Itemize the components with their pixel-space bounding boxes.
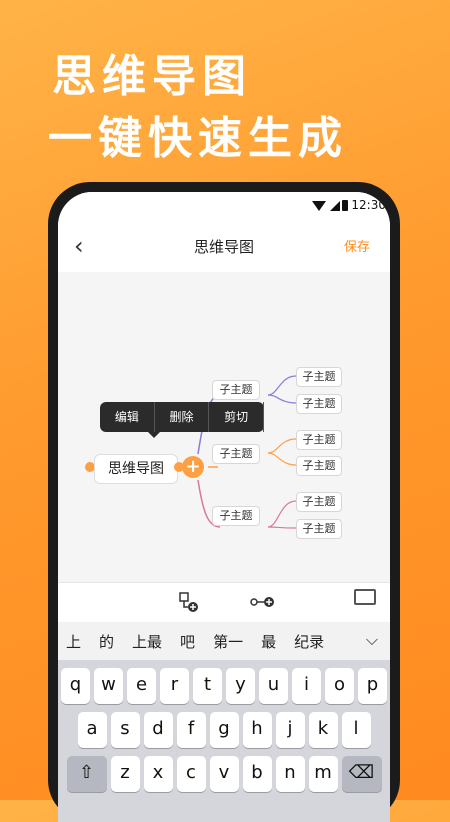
signal-icon bbox=[330, 201, 340, 211]
promo-subtitle: 一键快速生成 bbox=[48, 113, 348, 164]
key-g[interactable]: g bbox=[209, 712, 239, 748]
link-b2-c2 bbox=[267, 452, 297, 466]
add-node-icon[interactable] bbox=[250, 591, 276, 617]
key-a[interactable]: a bbox=[77, 712, 107, 748]
status-time: 12:30 bbox=[351, 198, 386, 212]
link-b3-c1 bbox=[267, 500, 297, 528]
candidate-word[interactable]: 最 bbox=[261, 631, 276, 652]
key-u[interactable]: u bbox=[259, 668, 288, 704]
battery-icon bbox=[342, 200, 348, 211]
branch-node-2[interactable]: 子主题 bbox=[212, 444, 260, 464]
candidate-word[interactable]: 第一 bbox=[213, 631, 243, 652]
edit-toolbar bbox=[58, 582, 390, 623]
candidate-word[interactable]: 吧 bbox=[180, 631, 195, 652]
key-r[interactable]: r bbox=[160, 668, 189, 704]
key-t[interactable]: t bbox=[193, 668, 222, 704]
promo-title: 思维导图 bbox=[52, 51, 252, 102]
phone-screen: 12:30 ‹ 思维导图 保存 思维导图 + 子主题 子主题 子主题 子主题 子… bbox=[58, 192, 390, 822]
key-v[interactable]: v bbox=[209, 756, 239, 792]
context-menu-pointer bbox=[148, 432, 160, 438]
key-d[interactable]: d bbox=[143, 712, 173, 748]
link-b1-c2 bbox=[267, 394, 297, 404]
key-q[interactable]: q bbox=[61, 668, 90, 704]
cut-button[interactable]: 剪切 bbox=[209, 402, 265, 432]
key-s[interactable]: s bbox=[110, 712, 140, 748]
delete-key[interactable]: ⌫ bbox=[341, 756, 382, 792]
keyboard-row-3: ⇧ z x c v b n m ⌫ bbox=[58, 756, 390, 792]
child-node-3-2[interactable]: 子主题 bbox=[296, 519, 342, 539]
status-bar: 12:30 bbox=[58, 192, 390, 220]
child-node-1-1[interactable]: 子主题 bbox=[296, 367, 342, 387]
link-b1-c1 bbox=[267, 375, 297, 396]
key-p[interactable]: p bbox=[358, 668, 387, 704]
context-menu: 编辑 删除 剪切 bbox=[100, 402, 265, 438]
key-x[interactable]: x bbox=[143, 756, 173, 792]
key-h[interactable]: h bbox=[242, 712, 272, 748]
candidate-word[interactable]: 上最 bbox=[132, 631, 162, 652]
candidate-word[interactable]: 上 bbox=[66, 631, 81, 652]
add-subnode-icon[interactable] bbox=[178, 591, 200, 617]
keyboard-hide-icon[interactable] bbox=[354, 589, 376, 605]
add-node-icon[interactable]: + bbox=[182, 456, 204, 478]
key-m[interactable]: m bbox=[308, 756, 338, 792]
mindmap-root-node[interactable]: 思维导图 bbox=[94, 454, 178, 484]
candidate-bar: 上 的 上最 吧 第一 最 纪录 ⌵ bbox=[58, 622, 390, 660]
child-node-2-2[interactable]: 子主题 bbox=[296, 456, 342, 476]
branch-node-1[interactable]: 子主题 bbox=[212, 380, 260, 400]
key-i[interactable]: i bbox=[292, 668, 321, 704]
key-n[interactable]: n bbox=[275, 756, 305, 792]
key-z[interactable]: z bbox=[110, 756, 140, 792]
delete-button[interactable]: 删除 bbox=[155, 402, 210, 432]
app-header: ‹ 思维导图 保存 bbox=[58, 220, 390, 272]
branch-node-3[interactable]: 子主题 bbox=[212, 506, 260, 526]
key-c[interactable]: c bbox=[176, 756, 206, 792]
keyboard-row-2: a s d f g h j k l bbox=[58, 712, 390, 748]
page-title: 思维导图 bbox=[193, 238, 254, 256]
key-w[interactable]: w bbox=[94, 668, 123, 704]
wifi-icon bbox=[312, 201, 326, 211]
child-node-2-1[interactable]: 子主题 bbox=[296, 430, 342, 450]
chevron-down-icon[interactable]: ⌵ bbox=[366, 630, 378, 650]
candidate-word[interactable]: 的 bbox=[99, 631, 114, 652]
key-o[interactable]: o bbox=[325, 668, 354, 704]
keyboard: q w e r t y u i o p a s d f g h j k l ⇧ … bbox=[58, 660, 390, 822]
link-b2-c1 bbox=[267, 438, 297, 454]
link-b3-c2 bbox=[267, 526, 297, 529]
phone-frame: 12:30 ‹ 思维导图 保存 思维导图 + 子主题 子主题 子主题 子主题 子… bbox=[48, 182, 400, 822]
save-button[interactable]: 保存 bbox=[344, 236, 370, 255]
key-e[interactable]: e bbox=[127, 668, 156, 704]
child-node-3-1[interactable]: 子主题 bbox=[296, 492, 342, 512]
shift-key[interactable]: ⇧ bbox=[66, 756, 107, 792]
key-k[interactable]: k bbox=[308, 712, 338, 748]
child-node-1-2[interactable]: 子主题 bbox=[296, 394, 342, 414]
key-f[interactable]: f bbox=[176, 712, 206, 748]
key-y[interactable]: y bbox=[226, 668, 255, 704]
key-j[interactable]: j bbox=[275, 712, 305, 748]
key-b[interactable]: b bbox=[242, 756, 272, 792]
edit-button[interactable]: 编辑 bbox=[100, 402, 155, 432]
key-l[interactable]: l bbox=[341, 712, 371, 748]
candidate-word[interactable]: 纪录 bbox=[294, 631, 324, 652]
keyboard-row-1: q w e r t y u i o p bbox=[58, 668, 390, 704]
